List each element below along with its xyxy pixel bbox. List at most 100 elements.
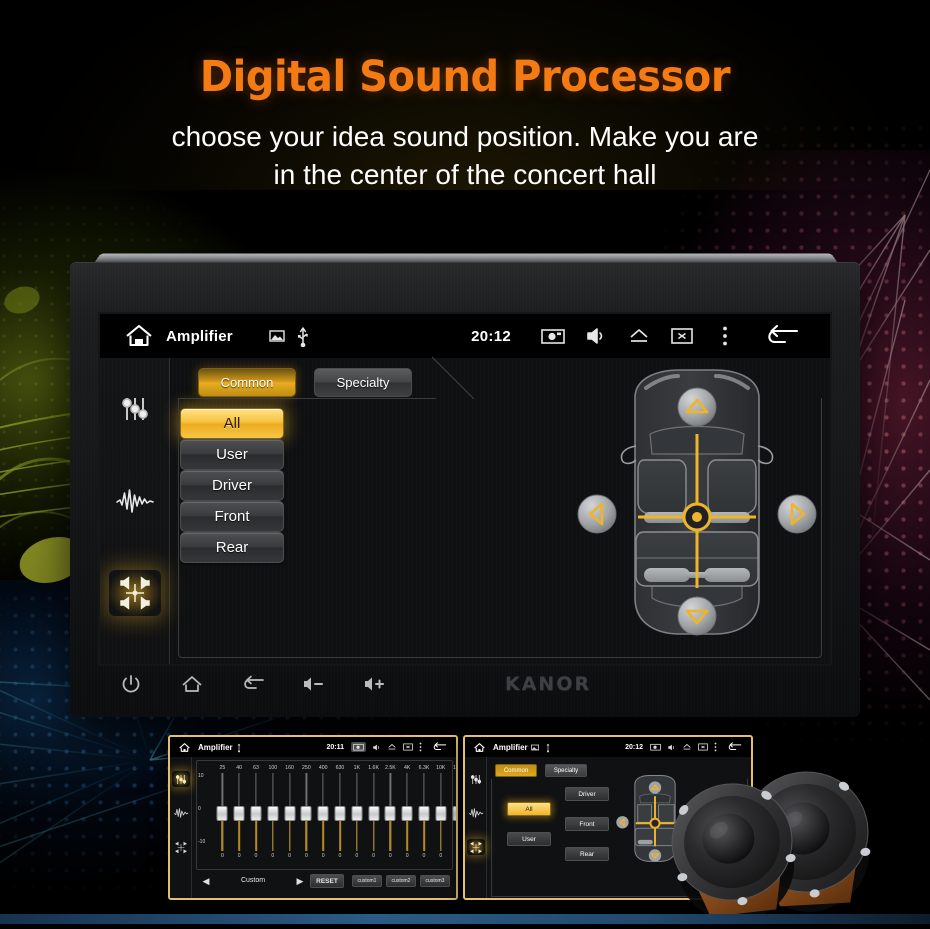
speaker-images — [668, 754, 928, 924]
sidebar-item-sound-field[interactable] — [466, 839, 485, 855]
eq-preset-name[interactable]: Custom — [216, 874, 290, 888]
preset-user-button[interactable]: User — [507, 832, 551, 846]
eq-band-label: 250 — [302, 765, 311, 771]
subtitle-line-1: choose your idea sound position. Make yo… — [171, 121, 759, 152]
eject-icon[interactable] — [682, 743, 692, 751]
eq-next-preset-button[interactable]: ▶ — [294, 876, 306, 887]
eject-icon[interactable] — [387, 743, 397, 751]
eq-band-slider[interactable] — [248, 773, 265, 851]
screen-off-icon[interactable] — [698, 743, 708, 751]
sidebar-item-waveform[interactable] — [109, 478, 161, 524]
screen-off-icon[interactable] — [403, 743, 413, 751]
sidebar-item-equalizer[interactable] — [171, 771, 190, 787]
eq-band-label: 25 — [219, 765, 226, 771]
eq-band-label: 6.3K — [418, 765, 430, 771]
eq-band-slider[interactable] — [214, 773, 231, 851]
position-front-button[interactable]: Front — [565, 817, 609, 831]
preset-all-button[interactable]: All — [507, 802, 551, 816]
eq-band-slider[interactable] — [315, 773, 332, 851]
arrow-down-icon — [677, 596, 717, 636]
more-vertical-icon[interactable] — [703, 325, 746, 347]
speaker-mute-icon[interactable] — [667, 743, 676, 752]
eq-band-label: 10K — [436, 765, 446, 771]
eq-axis-top: 10 — [198, 773, 204, 779]
tab-specialty[interactable]: Specialty — [545, 764, 587, 777]
eq-band-slider[interactable] — [298, 773, 315, 851]
home-icon[interactable] — [473, 742, 486, 753]
eject-icon[interactable] — [617, 327, 660, 345]
thumbnail-equalizer[interactable]: Amplifier 20:11 25 40 63 100 160 250 400… — [168, 735, 458, 900]
eq-band-slider[interactable] — [449, 773, 456, 851]
eq-band-slider[interactable] — [382, 773, 399, 851]
back-arrow-icon[interactable] — [726, 742, 743, 752]
eq-band-slider[interactable] — [432, 773, 449, 851]
sidebar-item-sound-field[interactable] — [108, 570, 161, 616]
brand-logo: KANOR — [505, 673, 592, 695]
tab-specialty[interactable]: Specialty — [314, 368, 412, 397]
eq-band-value: 0 — [422, 853, 426, 859]
image-icon[interactable] — [264, 329, 290, 343]
eq-band-label: 63 — [253, 765, 259, 771]
screen-off-icon[interactable] — [660, 327, 703, 345]
eq-band-label: 630 — [335, 765, 345, 771]
thumb-title: Amplifier — [198, 742, 233, 752]
eq-band-slider[interactable] — [281, 773, 298, 851]
usb-icon[interactable] — [236, 742, 242, 753]
tab-common[interactable]: Common — [198, 368, 296, 397]
eq-band-slider[interactable] — [231, 773, 248, 851]
page-subtitle: choose your idea sound position. Make yo… — [0, 118, 930, 194]
home-icon[interactable] — [112, 323, 166, 349]
more-vertical-icon[interactable] — [419, 742, 422, 752]
home-icon[interactable] — [178, 742, 191, 753]
camera-icon[interactable] — [351, 742, 366, 752]
tab-common[interactable]: Common — [495, 764, 537, 777]
volume-down-icon[interactable] — [283, 675, 344, 693]
image-icon[interactable] — [530, 744, 539, 751]
position-driver-button[interactable]: Driver — [565, 787, 609, 801]
back-arrow-icon[interactable] — [431, 742, 448, 752]
sidebar-item-waveform[interactable] — [172, 805, 190, 821]
back-icon[interactable] — [222, 675, 283, 693]
subtitle-line-2: in the center of the concert hall — [273, 158, 657, 190]
position-rear-button[interactable]: Rear — [565, 847, 609, 861]
more-vertical-icon[interactable] — [714, 742, 717, 752]
eq-custom2-button[interactable]: custom2 — [386, 875, 416, 887]
eq-band-slider[interactable] — [416, 773, 433, 851]
eq-band-slider[interactable] — [348, 773, 365, 851]
eq-sliders[interactable] — [214, 773, 456, 851]
eq-prev-preset-button[interactable]: ◀ — [200, 876, 212, 887]
speaker-mute-icon[interactable] — [574, 326, 617, 346]
power-icon[interactable] — [100, 673, 161, 695]
eq-axis-labels: 10 0 -10 — [198, 773, 214, 845]
speaker-mute-icon[interactable] — [372, 743, 381, 752]
volume-up-icon[interactable] — [344, 675, 405, 693]
position-marker — [682, 502, 712, 532]
eq-band-value: 0 — [388, 853, 392, 859]
eq-band-label: 160 — [285, 765, 294, 771]
eq-band-slider[interactable] — [332, 773, 349, 851]
sidebar-item-waveform[interactable] — [467, 805, 485, 821]
back-arrow-icon[interactable] — [746, 324, 818, 348]
car-position-diagram[interactable] — [574, 362, 820, 658]
eq-band-label: 100 — [268, 765, 278, 771]
eq-custom1-button[interactable]: custom1 — [352, 875, 382, 887]
home-icon[interactable] — [161, 674, 222, 694]
eq-band-value: 0 — [220, 853, 224, 859]
arrow-left-icon — [577, 494, 617, 534]
sidebar-item-equalizer[interactable] — [467, 771, 485, 787]
eq-band-slider[interactable] — [264, 773, 281, 851]
usb-icon[interactable] — [545, 742, 551, 753]
eq-custom3-button[interactable]: custom3 — [420, 875, 450, 887]
sidebar-item-equalizer[interactable] — [109, 386, 161, 432]
eq-reset-button[interactable]: RESET — [310, 874, 344, 888]
sidebar-item-sound-field[interactable] — [172, 839, 190, 855]
settings-panel: Common Specialty All User Driver Front R… — [170, 356, 830, 664]
head-unit: Amplifier 20:12 Common Specialty All Use… — [70, 250, 860, 720]
usb-icon[interactable] — [290, 325, 316, 347]
eq-band-slider[interactable] — [399, 773, 416, 851]
eq-band-slider[interactable] — [365, 773, 382, 851]
camera-icon[interactable] — [531, 327, 574, 345]
camera-icon[interactable] — [650, 743, 661, 751]
eq-band-value: 0 — [449, 853, 456, 859]
eq-band-value: 0 — [321, 853, 325, 859]
